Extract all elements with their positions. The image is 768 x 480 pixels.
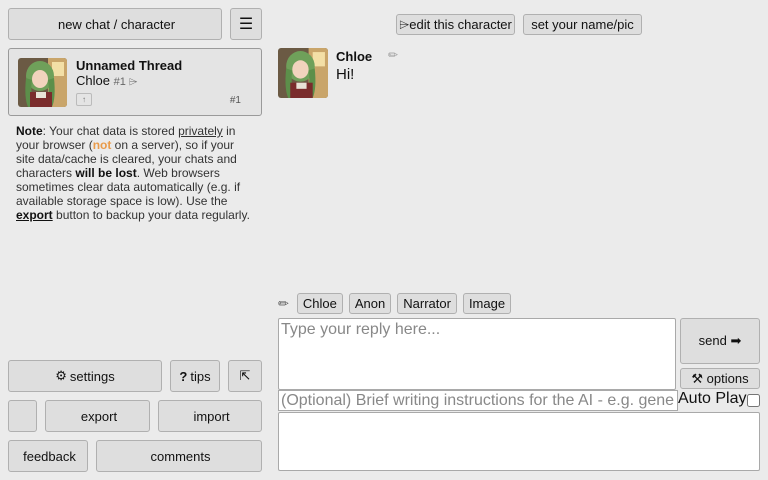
- message-author: Chloe: [336, 49, 373, 64]
- quick-chip-chloe[interactable]: Chloe: [296, 293, 343, 314]
- autoplay-checkbox[interactable]: [747, 393, 761, 407]
- export-button[interactable]: export: [45, 400, 150, 432]
- edit-message-icon[interactable]: ✏: [388, 48, 398, 62]
- thread-title: Unnamed Thread: [76, 58, 183, 73]
- settings-button[interactable]: ⚙ settings: [8, 360, 162, 392]
- message-avatar[interactable]: [278, 48, 328, 98]
- pencil-icon[interactable]: ✏: [278, 296, 289, 312]
- note-label: Note: [16, 124, 43, 138]
- options-button[interactable]: ⚒ options: [680, 368, 760, 389]
- thread-message-count: #1: [229, 95, 241, 106]
- tips-label: tips: [190, 368, 211, 384]
- upload-icon[interactable]: ↑: [76, 93, 92, 106]
- tips-button[interactable]: ? tips: [170, 360, 220, 392]
- thread-character-sub: #1 ⌲: [113, 76, 138, 88]
- question-icon: ?: [179, 368, 188, 384]
- unknown-button[interactable]: [8, 400, 37, 432]
- quick-reply-bar: ✏ Chloe Anon Narrator Image: [278, 293, 512, 314]
- reply-input[interactable]: [278, 318, 676, 390]
- settings-label: settings: [69, 368, 115, 384]
- send-button[interactable]: send ➡: [680, 318, 760, 364]
- thread-avatar: [18, 58, 67, 107]
- export-label: export: [80, 408, 118, 424]
- thread-character-name: Chloe: [76, 73, 110, 88]
- thread-character: Chloe #1 ⌲: [76, 73, 137, 89]
- hamburger-menu-button[interactable]: ☰: [230, 8, 262, 40]
- message-actions: ✏: [388, 48, 422, 62]
- quick-chip-narrator[interactable]: Narrator: [397, 293, 457, 314]
- import-label: import: [193, 408, 230, 424]
- export-link[interactable]: export: [16, 208, 53, 222]
- comments-label: comments: [150, 448, 211, 464]
- gear-icon: ⚙: [55, 368, 67, 383]
- thread-card[interactable]: Unnamed Thread Chloe #1 ⌲ ↑ #1: [8, 48, 262, 116]
- notes-textarea[interactable]: [278, 412, 760, 471]
- import-button[interactable]: import: [158, 400, 262, 432]
- edit-character-button[interactable]: ⌲edit this character: [396, 14, 515, 35]
- writing-instructions-input[interactable]: [278, 390, 678, 411]
- collapse-sidebar-button[interactable]: ⇱: [228, 360, 262, 392]
- feedback-label: feedback: [23, 448, 76, 464]
- autoplay-toggle[interactable]: Auto Play: [678, 390, 761, 408]
- new-chat-label: new chat / character: [57, 16, 176, 32]
- new-chat-button[interactable]: new chat / character: [8, 8, 222, 40]
- set-name-button[interactable]: set your name/pic: [523, 14, 642, 35]
- quick-chip-anon[interactable]: Anon: [348, 293, 392, 314]
- quick-chip-image[interactable]: Image: [462, 293, 512, 314]
- data-storage-note: Note: Your chat data is stored privately…: [16, 124, 250, 222]
- message-text: Hi!: [336, 66, 355, 83]
- hamburger-menu-icon: ☰: [238, 16, 254, 33]
- autoplay-label: Auto Play: [678, 390, 747, 407]
- collapse-arrow-icon: ⇱: [239, 368, 251, 383]
- feedback-button[interactable]: feedback: [8, 440, 88, 472]
- comments-button[interactable]: comments: [96, 440, 262, 472]
